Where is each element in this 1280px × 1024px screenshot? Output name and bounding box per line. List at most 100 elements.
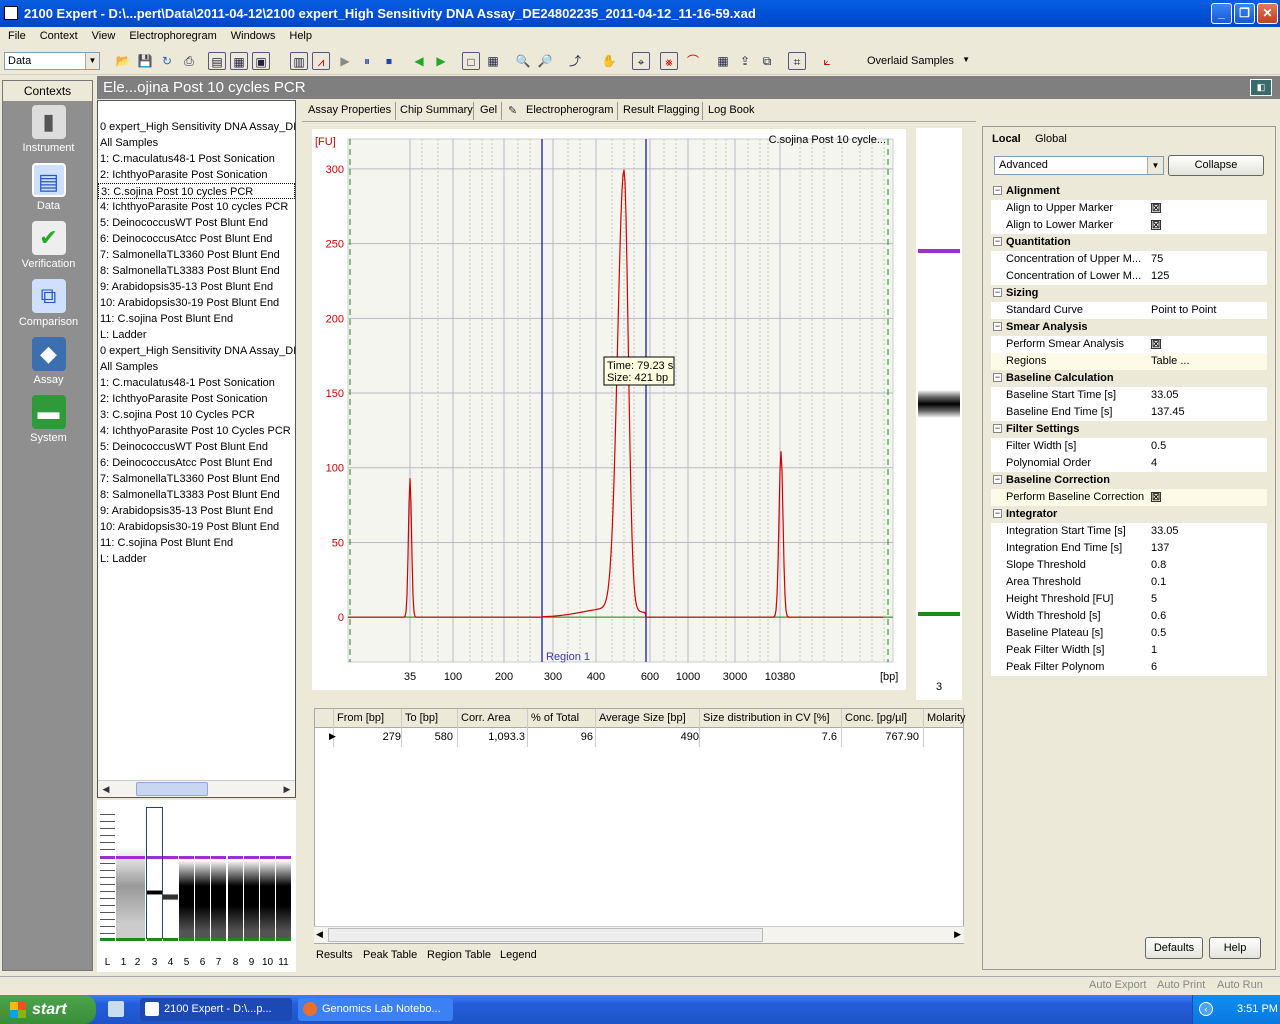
collapse-toggle-icon[interactable]: −	[993, 373, 1002, 382]
property-value-cell[interactable]: Table ...	[1151, 355, 1267, 367]
task-genomics-notebook[interactable]: Genomics Lab Notebo...	[298, 998, 453, 1021]
gel-lane-label[interactable]: 7	[211, 957, 226, 968]
property-value[interactable]: 137.45	[1151, 406, 1185, 418]
scroll-left-icon[interactable]: ◀	[98, 781, 114, 797]
gel-lane[interactable]	[179, 808, 194, 941]
property-row[interactable]: Align to Upper Marker ☒	[991, 200, 1267, 217]
property-value[interactable]: Table ...	[1151, 355, 1190, 367]
cursor-tool-icon[interactable]: ⤴	[566, 52, 584, 70]
single-view-icon[interactable]: □	[462, 52, 480, 70]
tray-expand-icon[interactable]: ‹	[1199, 1002, 1213, 1016]
table-cell[interactable]: 580	[405, 731, 453, 743]
refresh-icon[interactable]: ↻	[158, 52, 176, 70]
sample-item[interactable]: 0 expert_High Sensitivity DNA Assay_DE	[98, 119, 295, 135]
table-icon[interactable]: ▦	[714, 52, 732, 70]
scroll-thumb[interactable]	[136, 782, 208, 796]
property-row[interactable]: Polynomial Order 4	[991, 455, 1267, 472]
property-category[interactable]: − Smear Analysis	[991, 319, 1267, 336]
context-select[interactable]: Data ▼	[4, 52, 100, 70]
sample-item[interactable]: 1: C.maculatus48-1 Post Sonication	[98, 375, 295, 391]
tab-legend[interactable]: Legend	[500, 949, 537, 961]
tab-result-flagging[interactable]: Result Flagging	[623, 104, 699, 116]
property-value[interactable]: 0.5	[1151, 627, 1166, 639]
column-header[interactable]: Corr. Area	[461, 712, 511, 724]
collapse-toggle-icon[interactable]: −	[993, 509, 1002, 518]
context-assay[interactable]: ◆ Assay	[3, 337, 94, 393]
property-value-cell[interactable]: 137	[1151, 542, 1267, 554]
property-value-cell[interactable]: 33.05	[1151, 525, 1267, 537]
sample-item[interactable]: 5: DeinococcusWT Post Blunt End	[98, 439, 295, 455]
sample-item[interactable]: 3: C.sojina Post 10 Cycles PCR	[98, 407, 295, 423]
gel-lane[interactable]	[211, 808, 226, 941]
sample-item[interactable]: L: Ladder	[98, 327, 295, 343]
collapse-toggle-icon[interactable]: −	[993, 186, 1002, 195]
gel-lane-label[interactable]: 6	[195, 957, 210, 968]
column-header[interactable]: To [bp]	[405, 712, 438, 724]
gel-lane[interactable]	[130, 808, 145, 941]
column-header[interactable]: % of Total	[531, 712, 579, 724]
save-icon[interactable]: 💾	[136, 52, 154, 70]
tab-global[interactable]: Global	[1035, 133, 1067, 145]
sample-item[interactable]: All Samples	[98, 135, 295, 151]
menu-file[interactable]: File	[0, 27, 32, 42]
gel-lane-label[interactable]: 1	[116, 957, 131, 968]
table-cell[interactable]: 96	[531, 731, 593, 743]
property-row[interactable]: Integration Start Time [s] 33.05	[991, 523, 1267, 540]
chevron-down-icon[interactable]: ▼	[1147, 157, 1163, 174]
tree-view-icon[interactable]: ▤	[208, 52, 226, 70]
property-value[interactable]: 0.8	[1151, 559, 1166, 571]
sample-item[interactable]: 1: C.maculatus48-1 Post Sonication	[98, 151, 295, 167]
menu-electrophoregram[interactable]: Electrophoregram	[121, 27, 222, 42]
tab-region-table[interactable]: Region Table	[427, 949, 491, 961]
property-row[interactable]: Baseline End Time [s] 137.45	[991, 404, 1267, 421]
collapse-toggle-icon[interactable]: −	[993, 288, 1002, 297]
tab-peak-table[interactable]: Peak Table	[363, 949, 417, 961]
table-cell[interactable]: 767.90	[845, 731, 919, 743]
gel-lane[interactable]	[100, 808, 115, 941]
column-header[interactable]: Size distribution in CV [%]	[703, 712, 830, 724]
table-cell[interactable]: 1,093.3	[461, 731, 525, 743]
overlaid-samples-select[interactable]: Overlaid Samples ▼	[862, 52, 974, 70]
sample-item[interactable]: 8: SalmonellaTL3383 Post Blunt End	[98, 263, 295, 279]
property-row[interactable]: Slope Threshold 0.8	[991, 557, 1267, 574]
property-value-cell[interactable]: 137.45	[1151, 406, 1267, 418]
gel-view-icon[interactable]: ▦	[230, 52, 248, 70]
scroll-right-icon[interactable]: ▶	[279, 781, 295, 797]
property-row[interactable]: Perform Baseline Correction ☒	[991, 489, 1267, 506]
property-value[interactable]: 75	[1151, 253, 1163, 265]
sample-item[interactable]: 11: C.sojina Post Blunt End	[98, 311, 295, 327]
collapse-toggle-icon[interactable]: −	[993, 424, 1002, 433]
property-value[interactable]: 137	[1151, 542, 1169, 554]
gel-lane[interactable]	[228, 808, 243, 941]
sample-tree-scrollbar[interactable]: ◀ ▶	[98, 780, 295, 797]
context-verification[interactable]: ✔ Verification	[3, 221, 94, 277]
tab-results[interactable]: Results	[316, 949, 353, 961]
property-row[interactable]: Concentration of Upper M... 75	[991, 251, 1267, 268]
gel-lane[interactable]	[116, 808, 131, 941]
tab-assay-properties[interactable]: Assay Properties	[308, 104, 391, 116]
property-row[interactable]: Baseline Start Time [s] 33.05	[991, 387, 1267, 404]
view-toggle-icon[interactable]: ◧	[1250, 79, 1272, 96]
sample-item[interactable]: 4: IchthyoParasite Post 10 cycles PCR	[98, 199, 295, 215]
gel-lane-label[interactable]: 11	[276, 957, 291, 968]
export-icon[interactable]: ⇪	[736, 52, 754, 70]
checkbox-checked[interactable]: ☒	[1151, 492, 1161, 502]
maximize-button[interactable]: ❐	[1234, 3, 1255, 24]
zoom-out-icon[interactable]: 🔎	[536, 52, 554, 70]
region-table-scrollbar[interactable]: ◀ ▶	[314, 926, 964, 943]
minimize-button[interactable]: _	[1211, 3, 1232, 24]
hand-tool-icon[interactable]: ✋	[600, 52, 618, 70]
property-category[interactable]: − Quantitation	[991, 234, 1267, 251]
column-header[interactable]: Conc. [pg/µl]	[845, 712, 907, 724]
quicklaunch-icon[interactable]	[108, 1001, 124, 1017]
sample-item[interactable]: 7: SalmonellaTL3360 Post Blunt End	[98, 471, 295, 487]
gel-lane-label[interactable]: 2	[130, 957, 145, 968]
column-header[interactable]: Average Size [bp]	[599, 712, 686, 724]
property-value-cell[interactable]: 0.5	[1151, 440, 1267, 452]
property-value-cell[interactable]: 0.1	[1151, 576, 1267, 588]
property-category[interactable]: − Filter Settings	[991, 421, 1267, 438]
scroll-right-icon[interactable]: ▶	[954, 929, 961, 940]
gel-lane-label[interactable]: 9	[244, 957, 259, 968]
close-button[interactable]: ✕	[1257, 3, 1278, 24]
sample-item[interactable]: All Samples	[98, 359, 295, 375]
